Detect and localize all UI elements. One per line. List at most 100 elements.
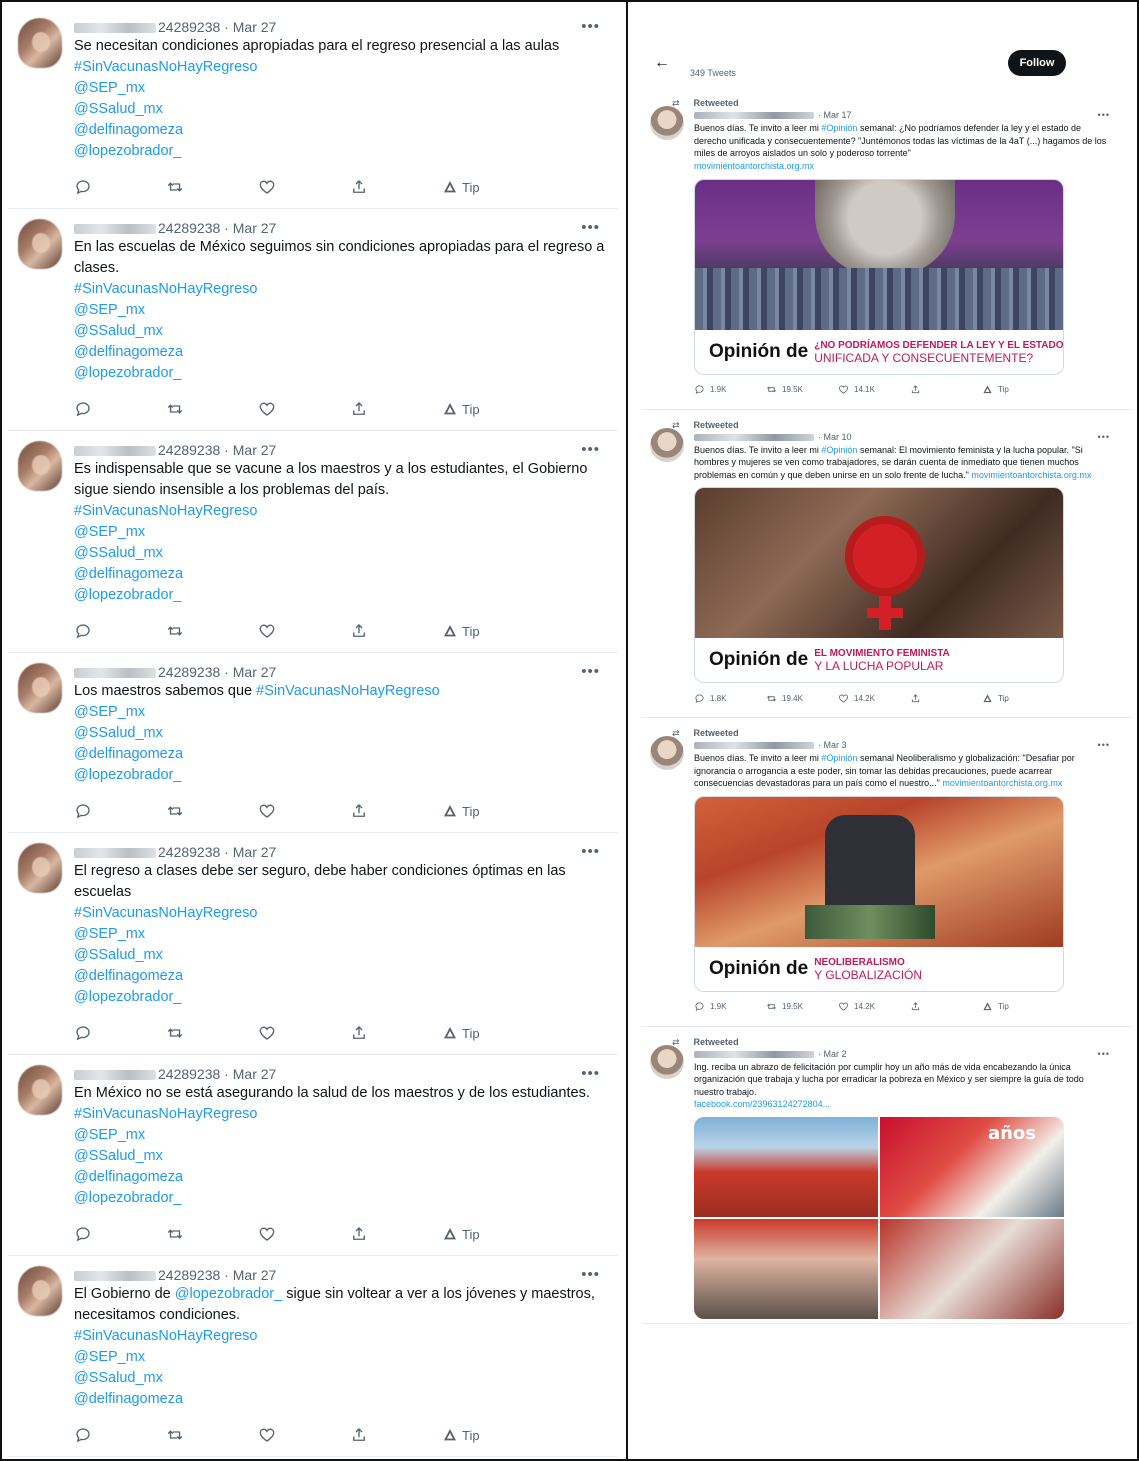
follow-button[interactable]: Follow [1008,50,1066,76]
tip-button[interactable]: Tip [982,1001,1054,1012]
tag-link[interactable]: @SEP_mx [74,924,606,945]
tweet-date[interactable]: Mar 27 [233,19,277,35]
more-icon[interactable]: ••• [1098,738,1110,752]
retweet-button[interactable] [166,1225,258,1243]
reply-button[interactable] [74,802,166,820]
retweet-item[interactable]: ⇄ Retweeted · Mar 17 ••• Buenos días. Te inv… [642,88,1132,410]
share-button[interactable] [350,1024,442,1042]
share-button[interactable] [350,1426,442,1444]
share-button[interactable] [350,1225,442,1243]
tag-link[interactable]: @lopezobrador_ [74,765,606,786]
retweet-button[interactable]: 19.5K [766,384,838,395]
tip-button[interactable]: Tip [442,401,480,417]
avatar[interactable] [18,663,62,713]
url-link[interactable]: movimientoantorchista.org.mx [694,160,1110,173]
photo-speech[interactable] [694,1219,878,1319]
avatar[interactable] [18,219,62,269]
retweet-button[interactable]: 19.5K [766,1001,838,1012]
more-icon[interactable]: ••• [1098,430,1110,444]
reply-button[interactable] [74,1426,166,1444]
url-link[interactable]: movimientoantorchista.org.mx [942,778,1062,788]
tweet[interactable]: 24289238 · Mar 27 ••• El regreso a clases … [8,833,618,1055]
retweet-button[interactable] [166,400,258,418]
more-icon[interactable]: ••• [581,18,600,35]
like-button[interactable] [258,1024,350,1042]
tweet-date[interactable]: Mar 27 [233,1267,277,1283]
tag-link[interactable]: @delfinagomeza [74,1389,606,1410]
reply-button[interactable]: 1.9K [694,384,766,395]
share-button[interactable] [910,384,982,395]
tip-button[interactable]: Tip [982,693,1054,704]
tag-link[interactable]: @SSalud_mx [74,945,606,966]
tag-link[interactable]: #SinVacunasNoHayRegreso [74,903,606,924]
mention-link[interactable]: @lopezobrador_ [175,1286,282,1302]
tweet-date[interactable]: Mar 17 [824,110,852,120]
reply-button[interactable] [74,178,166,196]
like-button[interactable] [258,178,350,196]
tag-link[interactable]: @delfinagomeza [74,564,606,585]
back-arrow-icon[interactable]: ← [654,54,670,72]
tag-link[interactable]: @SEP_mx [74,702,606,723]
hashtag-link[interactable]: #Opinión [821,753,857,763]
link-card[interactable]: Opinión de ¿NO PODRÍAMOS DEFENDER LA LEY … [694,178,1064,375]
reply-button[interactable] [74,622,166,640]
reply-button[interactable] [74,400,166,418]
more-icon[interactable]: ••• [581,441,600,458]
tag-link[interactable]: @SSalud_mx [74,1368,606,1389]
hashtag-link[interactable]: #SinVacunasNoHayRegreso [74,1106,258,1122]
like-button[interactable] [258,1426,350,1444]
reply-button[interactable]: 1.8K [694,693,766,704]
tweet-date[interactable]: Mar 10 [824,432,852,442]
tweet-date[interactable]: Mar 27 [233,844,277,860]
share-button[interactable] [910,693,982,704]
retweet-button[interactable] [166,802,258,820]
retweet-item[interactable]: ⇄ Retweeted · Mar 10 ••• Buenos días. Te inv… [642,410,1132,718]
tag-link[interactable]: @lopezobrador_ [74,987,606,1008]
tweet-date[interactable]: Mar 2 [824,1049,847,1059]
tag-link[interactable]: @SSalud_mx [74,543,606,564]
hashtag-link[interactable]: #SinVacunasNoHayRegreso [256,683,440,699]
more-icon[interactable]: ••• [581,1266,600,1283]
url-link[interactable]: facebook.com/23963124272804... [694,1098,1110,1111]
tag-link[interactable]: @SEP_mx [74,78,606,99]
tweet-date[interactable]: Mar 27 [233,1066,277,1082]
tip-button[interactable]: Tip [442,803,480,819]
tag-link[interactable]: @delfinagomeza [74,120,606,141]
tip-button[interactable]: Tip [442,1427,480,1443]
share-button[interactable] [910,1001,982,1012]
like-button[interactable] [258,400,350,418]
hashtag-link[interactable]: #Opinión [821,445,857,455]
like-button[interactable]: 14.2K [838,1001,910,1012]
avatar[interactable] [650,736,684,770]
tag-link[interactable]: @lopezobrador_ [74,1188,606,1209]
tag-link[interactable]: @delfinagomeza [74,966,606,987]
retweet-button[interactable]: 19.4K [766,693,838,704]
tag-link[interactable]: @lopezobrador_ [74,363,606,384]
tweet[interactable]: 24289238 · Mar 27 ••• En las escuelas de M… [8,209,618,431]
tweet-date[interactable]: Mar 27 [233,220,277,236]
tag-link[interactable]: @SSalud_mx [74,1146,606,1167]
hashtag-link[interactable]: #Opinión [821,123,857,133]
link-card[interactable]: Opinión de NEOLIBERALISMO Y GLOBALIZACIÓN [694,795,1064,992]
reply-button[interactable] [74,1225,166,1243]
retweet-button[interactable] [166,1024,258,1042]
tag-link[interactable]: @SSalud_mx [74,723,606,744]
tweet-date[interactable]: Mar 27 [233,664,277,680]
avatar[interactable] [650,1044,684,1079]
like-button[interactable] [258,802,350,820]
tag-link[interactable]: @lopezobrador_ [74,585,606,606]
avatar[interactable] [18,1065,62,1115]
retweet-button[interactable] [166,178,258,196]
tag-link[interactable]: #SinVacunasNoHayRegreso [74,279,606,300]
tweet[interactable]: 24289238 · Mar 27 ••• Los maestros sabemos… [8,653,618,833]
tag-link[interactable]: @delfinagomeza [74,744,606,765]
avatar[interactable] [18,441,62,491]
avatar[interactable] [18,1266,62,1316]
like-button[interactable] [258,1225,350,1243]
tweet-date[interactable]: Mar 3 [824,740,847,750]
tweet-date[interactable]: Mar 27 [233,442,277,458]
retweet-button[interactable] [166,622,258,640]
avatar[interactable] [18,843,62,893]
retweet-item[interactable]: ⇄ Retweeted · Mar 2 ••• Ing. reciba un abraz… [642,1027,1132,1324]
tag-link[interactable]: #SinVacunasNoHayRegreso [74,1326,606,1347]
